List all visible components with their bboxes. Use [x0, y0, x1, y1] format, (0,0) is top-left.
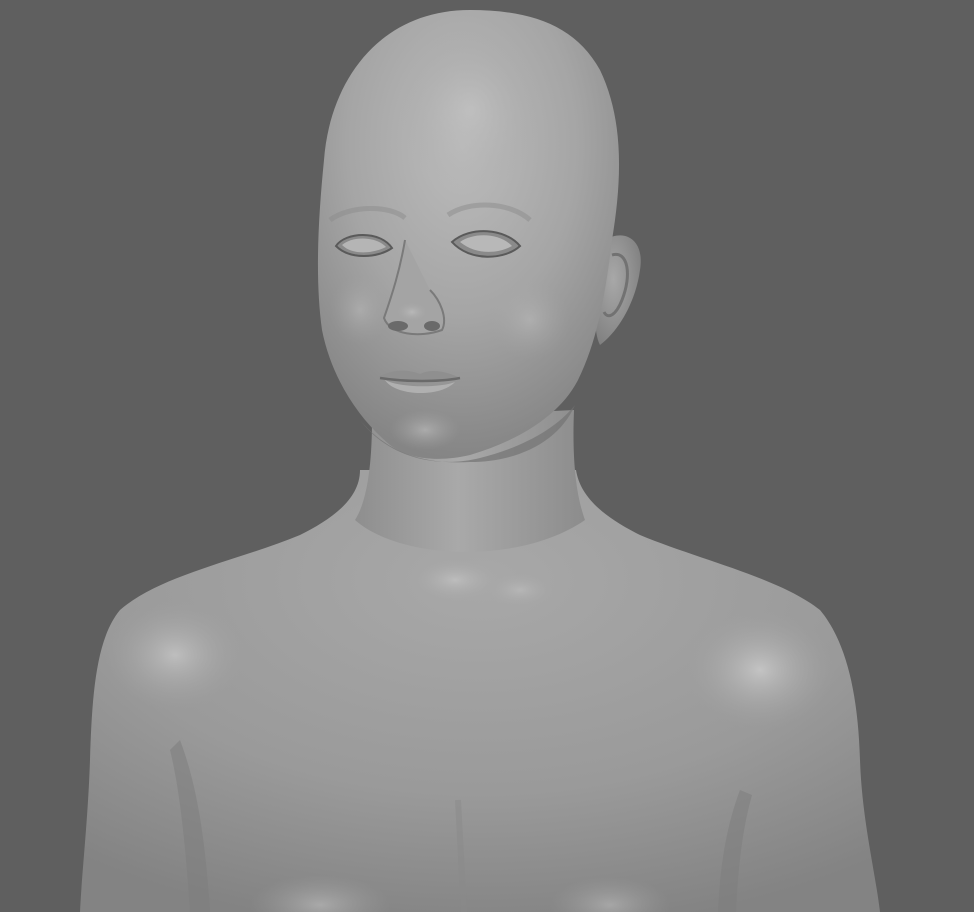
render-viewport[interactable]: [0, 0, 974, 912]
sculpt-render: [80, 10, 880, 912]
